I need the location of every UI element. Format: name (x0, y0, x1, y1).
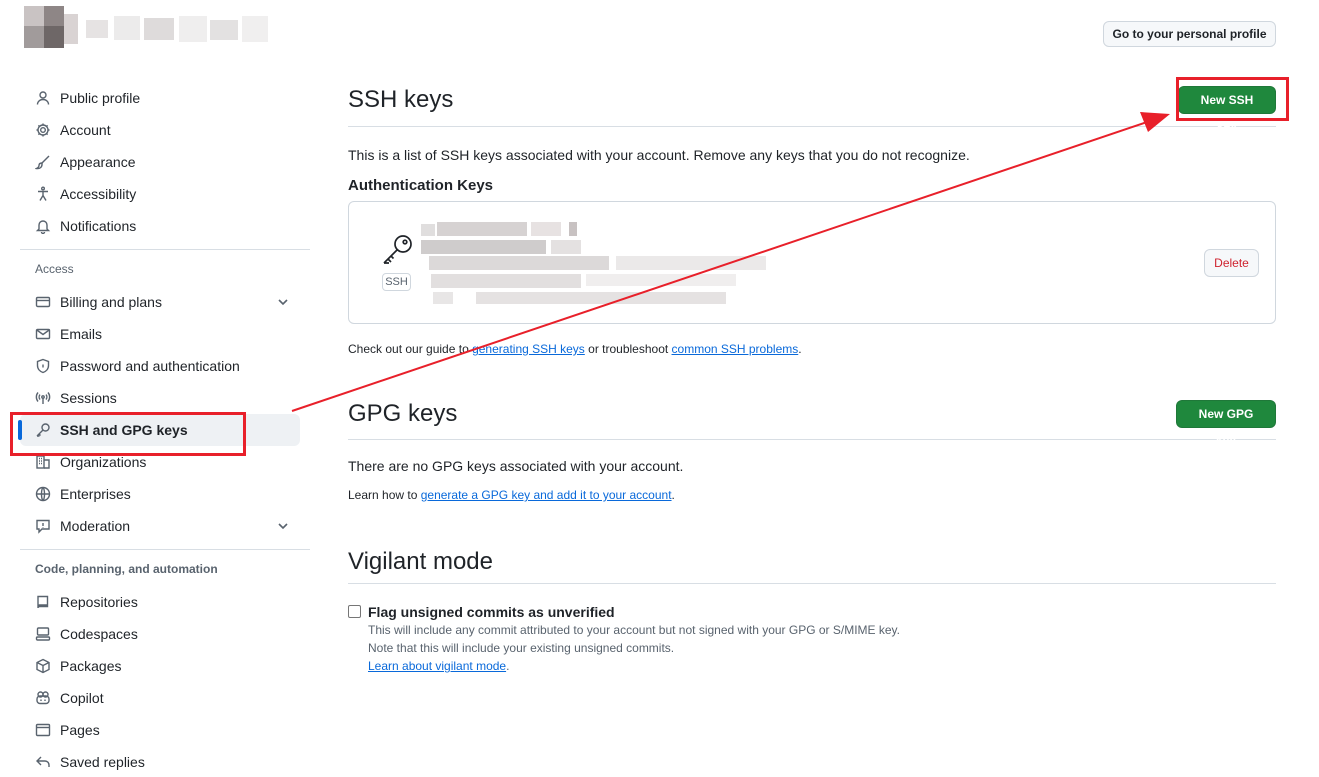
flag-unsigned-checkbox[interactable] (348, 605, 361, 618)
vigilant-note-1: This will include any commit attributed … (368, 623, 901, 637)
gear-icon (35, 122, 51, 138)
paintbrush-icon (35, 154, 51, 170)
sidebar-item-label: Pages (60, 722, 100, 738)
vigilant-mode-title: Vigilant mode (348, 547, 493, 575)
vigilant-learn-text: Learn about vigilant mode. (368, 659, 900, 673)
sidebar-item-label: Enterprises (60, 486, 131, 502)
sidebar-item-label: Packages (60, 658, 122, 674)
chevron-down-icon[interactable] (276, 295, 290, 309)
sidebar-item-label: Notifications (60, 218, 137, 234)
sidebar-item-label: Emails (60, 326, 103, 342)
organization-icon (35, 454, 51, 470)
browser-icon (35, 722, 51, 738)
gpg-keys-header: GPG keys New GPG key (348, 394, 1276, 447)
ssh-keys-title: SSH keys (348, 86, 454, 113)
authentication-keys-heading: Authentication Keys (348, 177, 494, 194)
sidebar-item-enterprises[interactable]: Enterprises (20, 478, 310, 510)
sidebar-item-notifications[interactable]: Notifications (20, 210, 310, 242)
sidebar-item-accessibility[interactable]: Accessibility (20, 178, 310, 210)
sidebar-item-label: Password and authentication (60, 358, 240, 374)
gpg-learn-prefix: Learn how to (348, 488, 421, 502)
annotation-highlight-new-ssh-key (1176, 77, 1289, 121)
user-identity-pixelated (24, 6, 269, 50)
package-icon (35, 658, 51, 674)
sidebar-item-codespaces[interactable]: Codespaces (20, 618, 310, 650)
sidebar-item-repositories[interactable]: Repositories (20, 586, 310, 618)
sidebar-item-label: Appearance (60, 154, 136, 170)
sidebar-item-account[interactable]: Account (20, 114, 310, 146)
sidebar-item-saved-replies[interactable]: Saved replies (20, 746, 310, 777)
ssh-guide-prefix: Check out our guide to (348, 342, 473, 356)
gpg-keys-title: GPG keys (348, 399, 458, 427)
sidebar-item-label: Copilot (60, 690, 104, 706)
sidebar-item-label: Public profile (60, 90, 141, 106)
ssh-guide-suffix: . (798, 342, 802, 356)
sidebar-item-packages[interactable]: Packages (20, 650, 310, 682)
ssh-guide-text: Check out our guide to generating SSH ke… (348, 342, 1276, 356)
ssh-key-item: SSH Delete (348, 201, 1276, 324)
sidebar-item-label: Account (60, 122, 111, 138)
sidebar-item-label: Repositories (60, 594, 138, 610)
sidebar-item-pages[interactable]: Pages (20, 714, 310, 746)
sidebar-item-emails[interactable]: Emails (20, 318, 310, 350)
ssh-key-details-pixelated (421, 220, 771, 310)
delete-ssh-key-button[interactable]: Delete (1204, 249, 1259, 277)
gpg-learn-suffix: . (671, 488, 675, 502)
vigilant-note-2: Note that this will include your existin… (368, 641, 675, 655)
flag-unsigned-label[interactable]: Flag unsigned commits as unverified (368, 604, 900, 620)
person-icon (35, 90, 51, 106)
annotation-highlight-sidebar (10, 412, 246, 456)
ssh-description: This is a list of SSH keys associated wi… (348, 147, 970, 163)
copilot-icon (35, 690, 51, 706)
sidebar-item-copilot[interactable]: Copilot (20, 682, 310, 714)
sidebar-item-label: Codespaces (60, 626, 138, 642)
vigilant-mode-option: Flag unsigned commits as unverified This… (348, 604, 1276, 673)
report-icon (35, 518, 51, 534)
sidebar-item-label: Moderation (60, 518, 131, 534)
go-to-profile-button[interactable]: Go to your personal profile (1103, 21, 1276, 47)
mail-icon (35, 326, 51, 342)
sidebar-divider (20, 549, 310, 550)
sidebar-group-code-planning: Code, planning, and automation (35, 562, 218, 576)
generating-ssh-keys-link[interactable]: generating SSH keys (472, 342, 585, 356)
vigilant-mode-header: Vigilant mode (348, 544, 1276, 584)
learn-vigilant-mode-link[interactable]: Learn about vigilant mode (368, 659, 506, 673)
vigilant-learn-suffix: . (506, 659, 510, 673)
sidebar-item-label: Organizations (60, 454, 147, 470)
sidebar-item-sessions[interactable]: Sessions (20, 382, 310, 414)
broadcast-icon (35, 390, 51, 406)
main-content: SSH keys New SSH key This is a list of S… (348, 80, 1276, 673)
bell-icon (35, 218, 51, 234)
sidebar-item-label: Saved replies (60, 754, 145, 770)
shield-lock-icon (35, 358, 51, 374)
generate-gpg-key-link[interactable]: generate a GPG key and add it to your ac… (421, 488, 672, 502)
globe-icon (35, 486, 51, 502)
codespaces-icon (35, 626, 51, 642)
new-gpg-key-button[interactable]: New GPG key (1176, 399, 1276, 447)
sidebar-item-appearance[interactable]: Appearance (20, 146, 310, 178)
sidebar-item-billing[interactable]: Billing and plans (20, 286, 310, 318)
sidebar-item-label: Billing and plans (60, 294, 162, 310)
key-icon (381, 233, 415, 267)
ssh-badge: SSH (382, 273, 411, 291)
repo-icon (35, 594, 51, 610)
sidebar-item-moderation[interactable]: Moderation (20, 510, 310, 542)
reply-icon (35, 754, 51, 770)
credit-card-icon (35, 294, 51, 310)
sidebar-item-public-profile[interactable]: Public profile (20, 82, 310, 114)
sidebar-divider (20, 249, 310, 250)
ssh-guide-middle: or troubleshoot (584, 342, 672, 356)
accessibility-icon (35, 186, 51, 202)
gpg-empty-text: There are no GPG keys associated with yo… (348, 458, 684, 474)
sidebar-item-label: Sessions (60, 390, 117, 406)
sidebar-item-password-auth[interactable]: Password and authentication (20, 350, 310, 382)
common-ssh-problems-link[interactable]: common SSH problems (672, 342, 799, 356)
sidebar-group-access: Access (35, 262, 74, 276)
ssh-keys-header: SSH keys New SSH key (348, 80, 1276, 133)
sidebar-item-label: Accessibility (60, 186, 137, 202)
chevron-down-icon[interactable] (276, 519, 290, 533)
gpg-learn-text: Learn how to generate a GPG key and add … (348, 488, 1276, 502)
